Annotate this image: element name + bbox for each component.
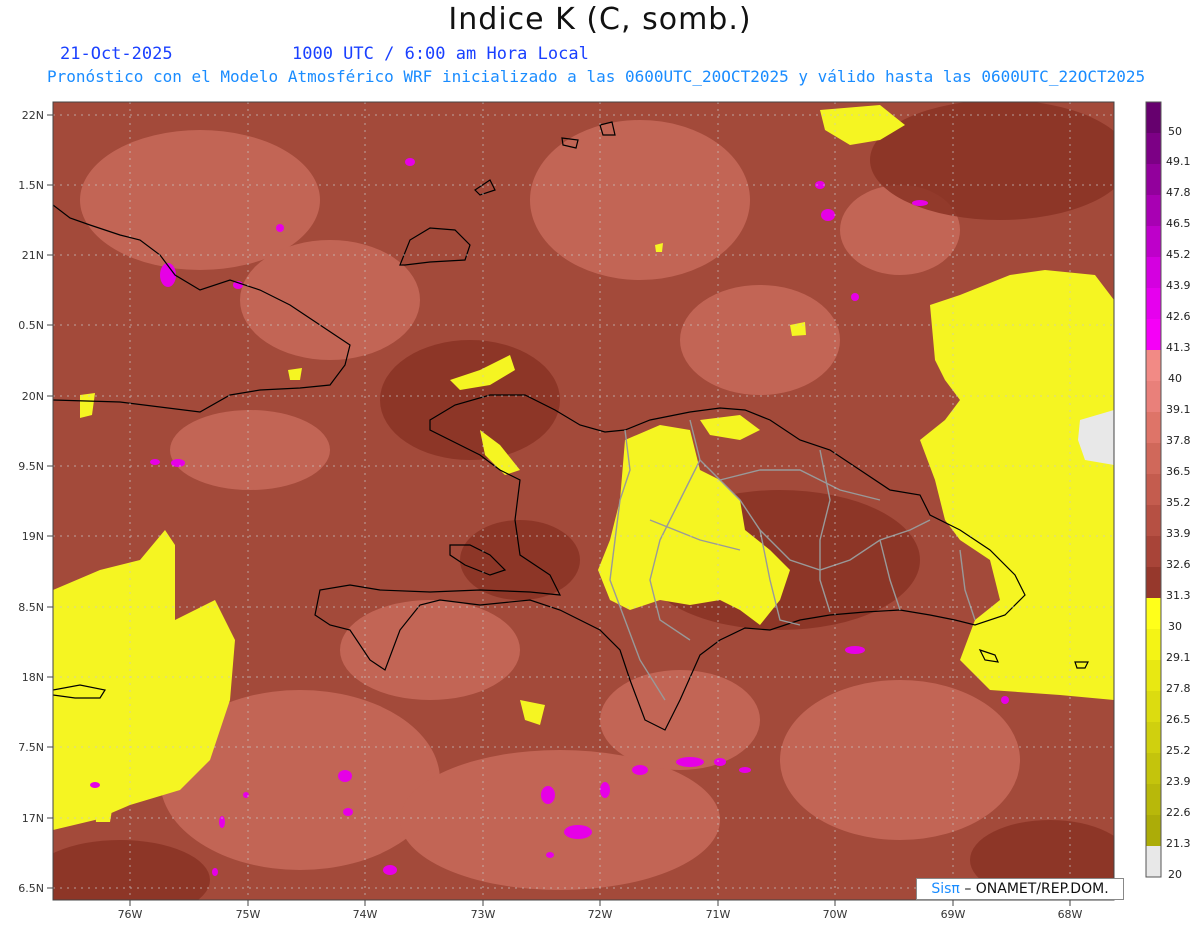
colorbar-label: 20 — [1168, 868, 1182, 881]
colorbar-label: 37.8 — [1166, 434, 1191, 447]
colorbar-swatch — [1146, 195, 1161, 226]
lon-label: 74W — [353, 908, 378, 921]
lat-label: 19N — [22, 530, 44, 543]
colorbar-label: 27.8 — [1166, 682, 1191, 695]
lat-label: 7.5N — [18, 741, 44, 754]
colorbar-swatch — [1146, 257, 1161, 288]
lat-label: 9.5N — [18, 460, 44, 473]
lon-label: 71W — [706, 908, 731, 921]
lat-label: 22N — [22, 109, 44, 122]
credit-box: Sisπ – ONAMET/REP.DOM. — [916, 878, 1124, 900]
colorbar — [1145, 101, 1162, 878]
lat-label: 0.5N — [18, 319, 44, 332]
lat-label: 6.5N — [18, 882, 44, 895]
colorbar-label: 35.2 — [1166, 496, 1191, 509]
colorbar-swatch — [1146, 226, 1161, 257]
colorbar-label: 47.8 — [1166, 186, 1191, 199]
colorbar-label: 42.6 — [1166, 310, 1191, 323]
colorbar-swatch — [1146, 381, 1161, 412]
lon-label: 72W — [588, 908, 613, 921]
colorbar-label: 21.3 — [1166, 837, 1191, 850]
colorbar-label: 30 — [1168, 620, 1182, 633]
colorbar-swatch — [1146, 784, 1161, 815]
colorbar-swatch — [1146, 350, 1161, 381]
colorbar-swatch — [1146, 722, 1161, 753]
colorbar-label: 26.5 — [1166, 713, 1191, 726]
colorbar-label: 31.3 — [1166, 589, 1191, 602]
colorbar-label: 29.1 — [1166, 651, 1191, 664]
colorbar-swatch — [1146, 660, 1161, 691]
colorbar-swatch — [1146, 567, 1161, 598]
colorbar-label: 32.6 — [1166, 558, 1191, 571]
colorbar-swatch — [1146, 505, 1161, 536]
colorbar-swatch — [1146, 102, 1161, 133]
lon-label: 70W — [823, 908, 848, 921]
colorbar-swatch — [1146, 443, 1161, 474]
colorbar-label: 46.5 — [1166, 217, 1191, 230]
colorbar-swatch — [1146, 412, 1161, 443]
colorbar-swatch — [1146, 846, 1161, 877]
lon-label: 69W — [941, 908, 966, 921]
colorbar-swatch — [1146, 536, 1161, 567]
map-canvas: 22N 1.5N 21N 0.5N 20N 9.5N 19N 8.5N 18N … — [18, 101, 1191, 921]
colorbar-swatch — [1146, 474, 1161, 505]
colorbar-swatch — [1146, 164, 1161, 195]
colorbar-label: 23.9 — [1166, 775, 1191, 788]
colorbar-label: 49.1 — [1166, 155, 1191, 168]
colorbar-swatch — [1146, 288, 1161, 319]
lon-label: 68W — [1058, 908, 1083, 921]
colorbar-swatch — [1146, 815, 1161, 846]
colorbar-swatch — [1146, 629, 1161, 660]
lat-label: 1.5N — [18, 179, 44, 192]
colorbar-labels: 50 49.1 47.8 46.5 45.2 43.9 42.6 41.3 40… — [1166, 125, 1191, 881]
lat-label: 8.5N — [18, 601, 44, 614]
colorbar-label: 39.1 — [1166, 403, 1191, 416]
lat-label: 17N — [22, 812, 44, 825]
colorbar-swatch — [1146, 753, 1161, 784]
colorbar-label: 43.9 — [1166, 279, 1191, 292]
lon-label: 76W — [118, 908, 143, 921]
lat-label: 18N — [22, 671, 44, 684]
lon-label: 73W — [471, 908, 496, 921]
lon-labels: 76W 75W 74W 73W 72W 71W 70W 69W 68W — [118, 908, 1083, 921]
colorbar-label: 36.5 — [1166, 465, 1191, 478]
colorbar-label: 41.3 — [1166, 341, 1191, 354]
colorbar-swatch — [1146, 691, 1161, 722]
lon-label: 75W — [236, 908, 261, 921]
colorbar-label: 45.2 — [1166, 248, 1191, 261]
colorbar-label: 25.2 — [1166, 744, 1191, 757]
colorbar-label: 40 — [1168, 372, 1182, 385]
lat-labels: 22N 1.5N 21N 0.5N 20N 9.5N 19N 8.5N 18N … — [18, 109, 44, 895]
colorbar-label: 50 — [1168, 125, 1182, 138]
colorbar-swatch — [1146, 598, 1161, 629]
lat-label: 21N — [22, 249, 44, 262]
colorbar-swatch — [1146, 133, 1161, 164]
lat-label: 20N — [22, 390, 44, 403]
colorbar-label: 33.9 — [1166, 527, 1191, 540]
colorbar-label: 22.6 — [1166, 806, 1191, 819]
colorbar-swatch — [1146, 319, 1161, 350]
credit-org: – ONAMET/REP.DOM. — [964, 881, 1109, 897]
credit-brand: Sisπ — [931, 881, 960, 897]
